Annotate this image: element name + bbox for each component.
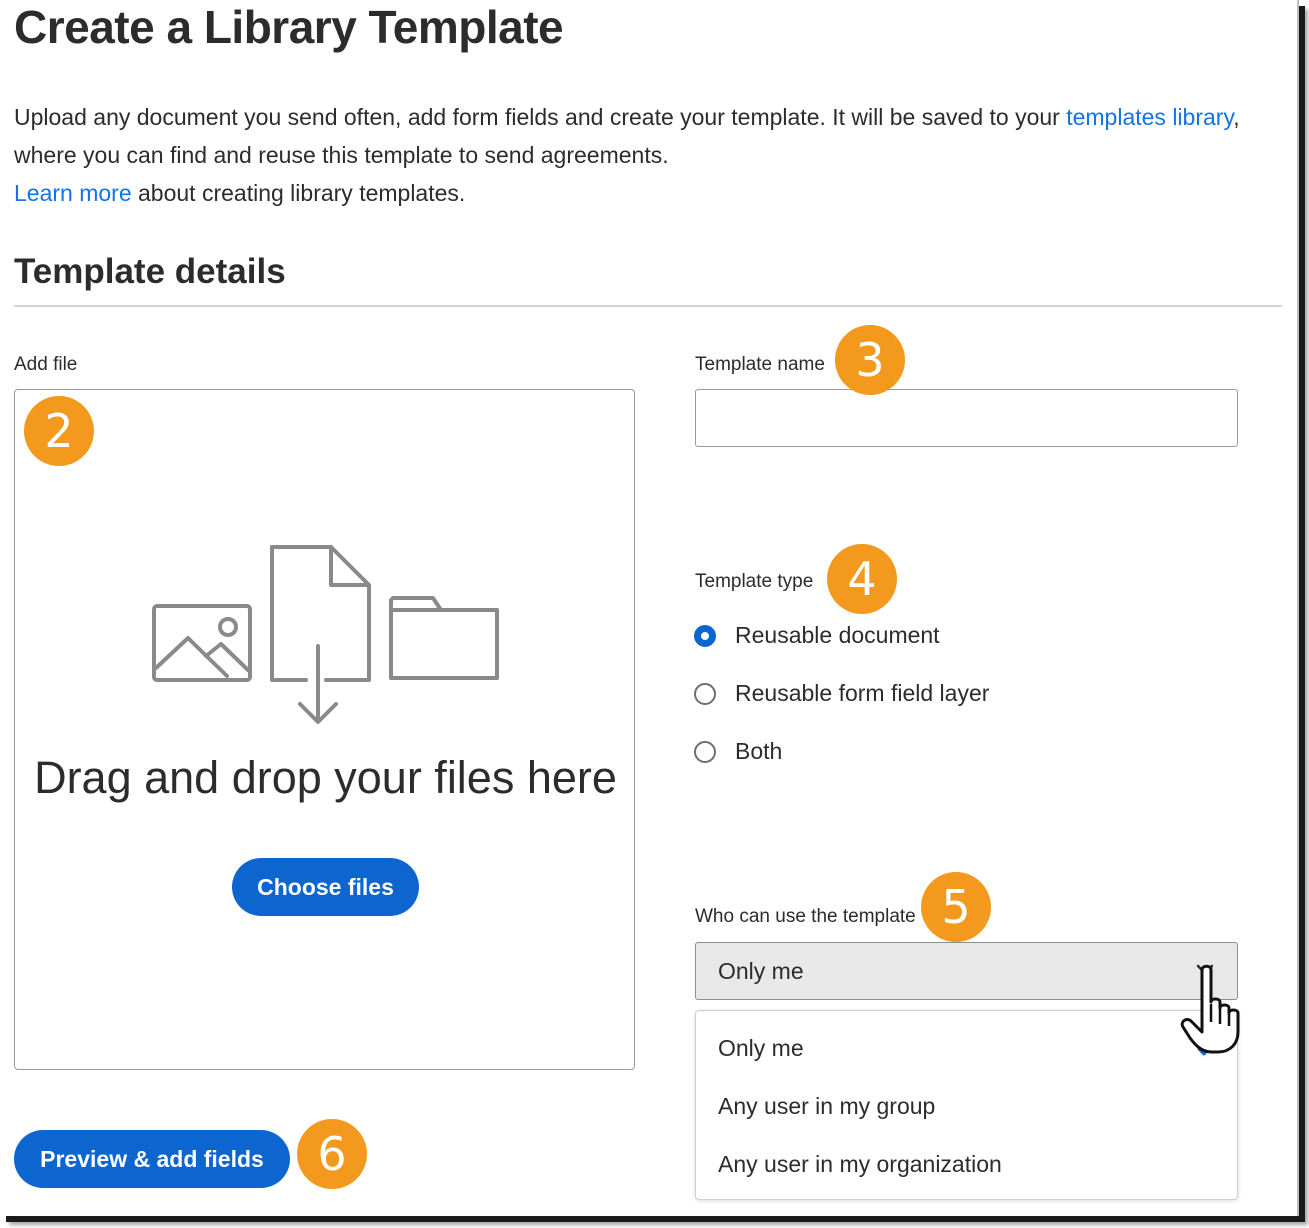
- intro-paragraph: Upload any document you send often, add …: [14, 98, 1274, 212]
- preview-add-fields-button[interactable]: Preview & add fields: [14, 1130, 290, 1188]
- radio-button[interactable]: [694, 682, 716, 705]
- radio-label: Reusable document: [735, 622, 940, 648]
- file-dropzone[interactable]: Drag and drop your files here Choose fil…: [14, 389, 635, 1070]
- menu-item-only-me[interactable]: Only me: [718, 1035, 804, 1062]
- template-name-label: Template name: [695, 354, 825, 375]
- who-can-use-label: Who can use the template: [695, 906, 916, 927]
- select-value: Only me: [718, 957, 804, 984]
- choose-files-button[interactable]: Choose files: [232, 858, 419, 916]
- menu-item-any-user-organization[interactable]: Any user in my organization: [718, 1151, 1002, 1178]
- callout-badge-5: 5: [921, 872, 991, 942]
- template-name-input[interactable]: [695, 389, 1238, 447]
- menu-item-any-user-group[interactable]: Any user in my group: [718, 1093, 935, 1120]
- drop-instruction: Drag and drop your files here: [34, 752, 617, 803]
- template-type-label: Template type: [695, 571, 814, 592]
- who-can-use-menu: Only me Any user in my group Any user in…: [695, 1010, 1238, 1200]
- intro-text-line2: where you can find and reuse this templa…: [14, 142, 669, 168]
- folder-icon: [389, 596, 499, 680]
- callout-badge-3: 3: [835, 325, 905, 395]
- callout-badge-2: 2: [24, 396, 94, 466]
- section-divider: [14, 305, 1282, 307]
- callout-badge-6: 6: [297, 1119, 367, 1189]
- who-can-use-select[interactable]: Only me: [695, 942, 1238, 1000]
- image-icon: [152, 604, 252, 682]
- radio-option-reusable-document[interactable]: Reusable document: [694, 622, 940, 649]
- add-file-label: Add file: [14, 354, 78, 375]
- intro-text: Upload any document you send often, add …: [14, 104, 1067, 130]
- section-title: Template details: [14, 252, 286, 291]
- intro-comma: ,: [1233, 104, 1240, 130]
- page-frame: Create a Library Template Upload any doc…: [0, 0, 1299, 1216]
- radio-label: Both: [735, 738, 783, 764]
- radio-option-both[interactable]: Both: [694, 738, 782, 765]
- radio-button-checked[interactable]: [694, 624, 716, 647]
- hand-pointer-cursor-icon: [1180, 964, 1240, 1054]
- upload-illustration-graphic: [152, 545, 499, 724]
- radio-label: Reusable form field layer: [735, 680, 990, 706]
- templates-library-link[interactable]: templates library: [1066, 104, 1233, 130]
- intro-text-line3: about creating library templates.: [131, 180, 466, 206]
- radio-option-reusable-form-field-layer[interactable]: Reusable form field layer: [694, 680, 989, 707]
- page-title: Create a Library Template: [14, 1, 564, 53]
- radio-button[interactable]: [694, 740, 716, 763]
- upload-illustration: [151, 542, 503, 732]
- learn-more-link[interactable]: Learn more: [14, 180, 132, 206]
- file-upload-icon: [270, 545, 371, 724]
- callout-badge-4: 4: [827, 544, 897, 614]
